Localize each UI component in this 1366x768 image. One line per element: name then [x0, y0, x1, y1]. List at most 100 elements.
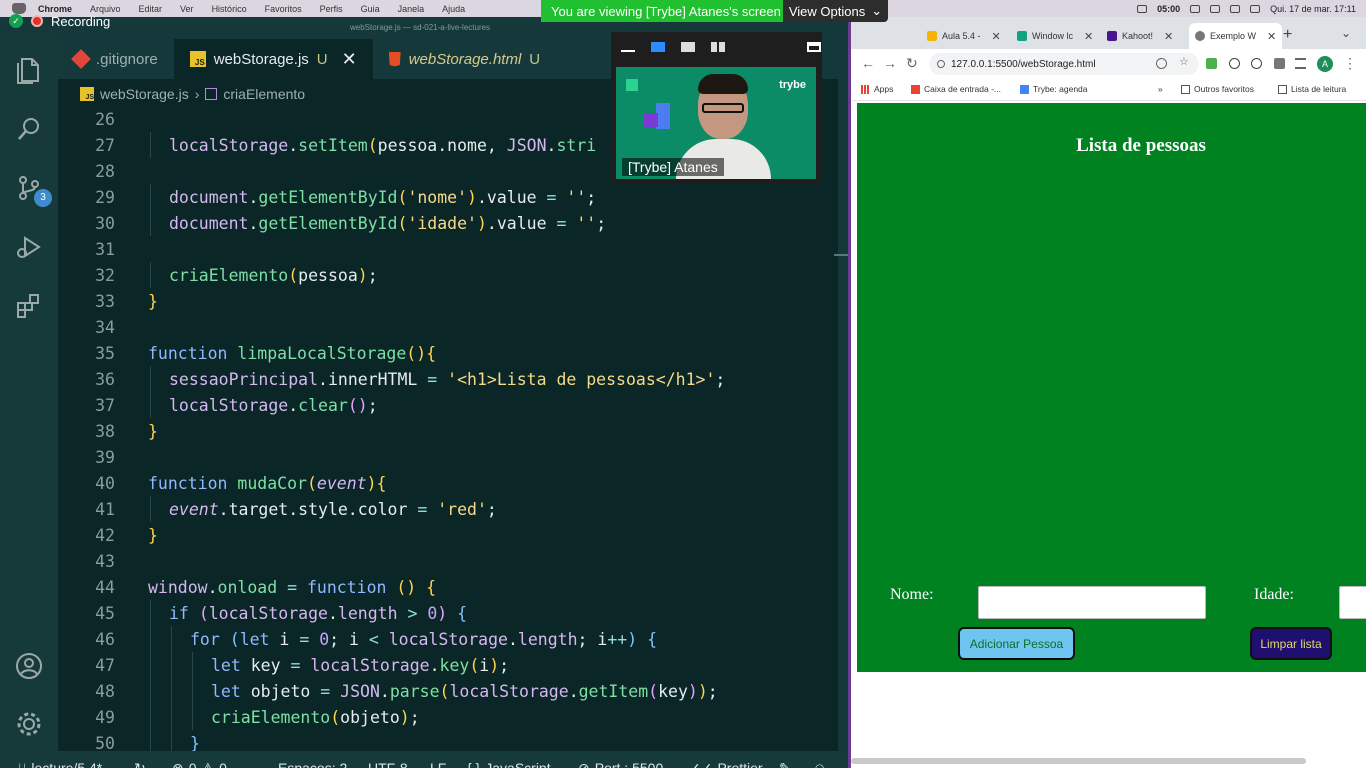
wifi-icon[interactable]	[1210, 4, 1221, 13]
share-icon[interactable]	[1156, 58, 1167, 69]
bookmark-gmail[interactable]: Caixa de entrada -...	[911, 84, 1001, 94]
code-line[interactable]: 42}	[58, 522, 838, 548]
encoding-status[interactable]: UTF-8	[368, 751, 408, 768]
screen-share-icon[interactable]	[1137, 4, 1148, 13]
profile-avatar[interactable]: A	[1317, 56, 1333, 72]
minimize-video-icon[interactable]	[621, 42, 635, 52]
view-options-button[interactable]: View Options ⌄	[783, 0, 888, 22]
back-arrow-icon[interactable]: ←	[861, 55, 875, 71]
notifications-bell-icon[interactable]: ⍾	[815, 751, 824, 768]
search-icon[interactable]	[14, 114, 44, 144]
bookmark-lista-de-leitura[interactable]: Lista de leitura	[1278, 84, 1346, 94]
add-person-button[interactable]: Adicionar Pessoa	[958, 627, 1075, 660]
menu-item-perfis[interactable]: Perfis	[320, 4, 343, 14]
bookmarks-overflow-chevron[interactable]: »	[1158, 84, 1163, 94]
bookmark-outros-favoritos[interactable]: Outros favoritos	[1181, 84, 1254, 94]
code-line[interactable]: 37 localStorage.clear();	[58, 392, 838, 418]
menu-item-guia[interactable]: Guia	[361, 4, 380, 14]
code-line[interactable]: 29 document.getElementById('nome').value …	[58, 184, 838, 210]
chrome-tab-aula[interactable]: Aula 5.4 - ✕	[921, 23, 1007, 49]
code-line[interactable]: 36 sessaoPrincipal.innerHTML = '<h1>Lista…	[58, 366, 838, 392]
code-line[interactable]: 45 if (localStorage.length > 0) {	[58, 600, 838, 626]
video-tile[interactable]: trybe [Trybe] Atanes	[611, 32, 822, 184]
chrome-menu-icon[interactable]: ⋮	[1343, 55, 1357, 72]
close-tab-icon[interactable]: ✕	[1267, 30, 1276, 43]
code-line[interactable]: 39	[58, 444, 838, 470]
code-line[interactable]: 40 function mudaCor(event){	[58, 470, 838, 496]
code-line[interactable]: 34	[58, 314, 838, 340]
reload-icon[interactable]: ↻	[906, 55, 918, 72]
battery-icon[interactable]	[1190, 4, 1201, 13]
reading-list-icon[interactable]	[1295, 58, 1306, 69]
indentation-status[interactable]: Espaços: 2	[278, 751, 347, 768]
code-line[interactable]: 44 window.onload = function () {	[58, 574, 838, 600]
horizontal-scrollbar[interactable]	[851, 758, 1306, 764]
breadcrumb-symbol[interactable]: criaElemento	[223, 86, 305, 102]
extensions-puzzle-icon[interactable]	[1274, 58, 1285, 69]
code-line[interactable]: 38}	[58, 418, 838, 444]
tab-webstorage-js[interactable]: JS webStorage.js U ✕	[173, 39, 373, 79]
tab-search-chevron-icon[interactable]: ⌄	[1341, 26, 1351, 40]
chrome-tab-window[interactable]: Window lc ✕	[1011, 23, 1099, 49]
close-tab-icon[interactable]: ✕	[992, 30, 1001, 43]
chrome-tab-kahoot[interactable]: Kahoot! ✕	[1101, 23, 1179, 49]
site-info-icon[interactable]	[937, 60, 945, 68]
code-line[interactable]: 35 function limpaLocalStorage(){	[58, 340, 838, 366]
clear-list-button[interactable]: Limpar lista	[1250, 627, 1332, 660]
extension-circle-icon[interactable]	[1229, 58, 1240, 69]
bookmark-apps[interactable]: Apps	[861, 84, 893, 94]
prettier-status[interactable]: ✓✓ Prettier	[689, 751, 763, 768]
eol-status[interactable]: LF	[430, 751, 446, 768]
code-line[interactable]: 30 document.getElementById('idade').value…	[58, 210, 838, 236]
gallery-strip-icon[interactable]	[681, 42, 695, 52]
code-editor[interactable]: 26 27 localStorage.setItem(pessoa.nome, JS…	[58, 109, 838, 751]
control-center-icon[interactable]	[1250, 4, 1261, 13]
code-line[interactable]: 48 let objeto = JSON.parse(localStorage.g…	[58, 678, 838, 704]
feedback-icon[interactable]: ✎	[779, 751, 791, 768]
code-line[interactable]: 50}	[58, 730, 838, 752]
forward-arrow-icon[interactable]: →	[883, 55, 897, 71]
accounts-icon[interactable]	[14, 651, 44, 681]
branch-status[interactable]: ⑂ lecture/5.4*	[18, 751, 102, 768]
speaker-view-icon[interactable]	[651, 42, 665, 52]
explorer-icon[interactable]	[14, 55, 44, 85]
run-debug-icon[interactable]	[14, 232, 44, 262]
sync-icon[interactable]: ↻	[134, 751, 146, 768]
code-line[interactable]: 49 criaElemento(objeto);	[58, 704, 838, 730]
tab-webstorage-html[interactable]: webStorage.html U	[373, 39, 556, 79]
settings-gear-icon[interactable]	[14, 709, 44, 739]
breadcrumb-file[interactable]: webStorage.js	[100, 86, 189, 102]
menu-item-ajuda[interactable]: Ajuda	[442, 4, 465, 14]
tab-gitignore[interactable]: .gitignore	[58, 39, 174, 79]
problems-status[interactable]: ⊗ 0 ⚠ 0	[172, 751, 227, 768]
code-line[interactable]: 41 event.target.style.color = 'red';	[58, 496, 838, 522]
sheets-extension-icon[interactable]	[1206, 58, 1217, 69]
menu-item-editar[interactable]: Editar	[139, 4, 163, 14]
code-line[interactable]: 33}	[58, 288, 838, 314]
close-tab-icon[interactable]: ✕	[1164, 30, 1173, 43]
new-tab-plus-icon[interactable]: +	[1283, 26, 1292, 44]
clock-text[interactable]: Qui. 17 de mar. 17:11	[1270, 4, 1356, 14]
hide-video-icon[interactable]	[807, 42, 821, 52]
chrome-tab-exemplo[interactable]: Exemplo W ✕	[1189, 23, 1283, 49]
code-line[interactable]: 32 criaElemento(pessoa);	[58, 262, 838, 288]
close-tab-icon[interactable]: ✕	[342, 49, 357, 70]
bookmark-trybe-agenda[interactable]: Trybe: agenda	[1020, 84, 1088, 94]
name-input[interactable]	[978, 586, 1206, 619]
menu-item-historico[interactable]: Histórico	[212, 4, 247, 14]
code-line[interactable]: 46 for (let i = 0; i < localStorage.lengt…	[58, 626, 838, 652]
code-line[interactable]: 31	[58, 236, 838, 262]
menu-item-janela[interactable]: Janela	[398, 4, 425, 14]
menu-item-favoritos[interactable]: Favoritos	[265, 4, 302, 14]
code-line[interactable]: 47 let key = localStorage.key(i);	[58, 652, 838, 678]
live-server-status[interactable]: ⊘ Port : 5500	[578, 751, 663, 768]
grid-view-icon[interactable]	[711, 42, 725, 52]
wordpress-extension-icon[interactable]	[1251, 58, 1262, 69]
source-control-icon[interactable]: 3	[14, 173, 52, 207]
extensions-icon[interactable]	[14, 291, 44, 321]
search-icon[interactable]	[1230, 4, 1241, 13]
code-line[interactable]: 43	[58, 548, 838, 574]
menu-item-ver[interactable]: Ver	[180, 4, 194, 14]
bookmark-star-icon[interactable]: ☆	[1179, 57, 1190, 69]
close-tab-icon[interactable]: ✕	[1084, 30, 1093, 43]
